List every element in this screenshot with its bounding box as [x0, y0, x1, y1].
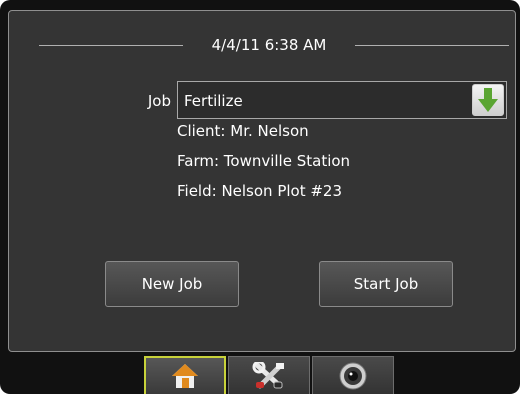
tools-icon	[252, 361, 284, 388]
tab-camera[interactable]	[312, 356, 394, 394]
tab-tools[interactable]	[228, 356, 310, 394]
start-job-button[interactable]: Start Job	[319, 261, 453, 307]
job-label: Job	[147, 92, 171, 110]
header-divider-right	[355, 45, 509, 46]
header-divider-left	[39, 45, 183, 46]
new-job-button[interactable]: New Job	[105, 261, 239, 307]
home-icon	[172, 364, 198, 388]
camera-icon	[339, 362, 367, 389]
tab-home[interactable]	[144, 356, 226, 394]
job-dropdown[interactable]: Fertilize	[177, 81, 507, 119]
arrow-down-icon	[478, 88, 498, 112]
farm-info: Farm: Townville Station	[177, 152, 351, 170]
job-dropdown-button[interactable]	[472, 84, 504, 116]
job-dropdown-value: Fertilize	[184, 92, 243, 110]
main-screen: 4/4/11 6:38 AM Job Fertilize Client: Mr.…	[8, 10, 516, 352]
device-bezel: 4/4/11 6:38 AM Job Fertilize Client: Mr.…	[0, 0, 520, 394]
field-info: Field: Nelson Plot #23	[177, 182, 343, 200]
client-info: Client: Mr. Nelson	[177, 122, 309, 140]
datetime: 4/4/11 6:38 AM	[211, 36, 327, 54]
